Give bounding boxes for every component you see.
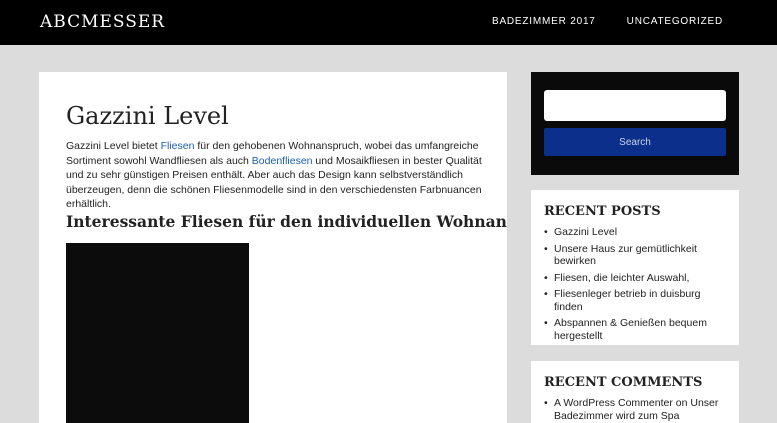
list-item: Fliesenleger betrieb in duisburg finden bbox=[544, 288, 732, 313]
list-item: A WordPress Commenter on Unser Badezimme… bbox=[544, 397, 732, 422]
recent-post-link[interactable]: Fliesen, die leichter Auswahl, bbox=[554, 272, 689, 284]
post-paragraph: Gazzini Level bietet Fliesen für den geh… bbox=[66, 139, 484, 212]
recent-post-link[interactable]: Abspannen & Genießen bequem hergestellt bbox=[554, 317, 707, 342]
search-button[interactable]: Search bbox=[544, 128, 726, 156]
site-header: ABCMESSER BADEZIMMER 2017 UNCATEGORIZED bbox=[0, 0, 777, 45]
recent-comments-widget: RECENT COMMENTS A WordPress Commenter on… bbox=[531, 361, 739, 423]
recent-posts-list: Gazzini Level Unsere Haus zur gemütlichk… bbox=[544, 226, 732, 346]
recent-post-link[interactable]: Unsere Haus zur gemütlichkeit bewirken bbox=[554, 243, 697, 268]
site-title-link[interactable]: ABCMESSER bbox=[40, 12, 165, 32]
recent-post-link[interactable]: Gazzini Level bbox=[554, 226, 617, 238]
recent-comments-list: A WordPress Commenter on Unser Badezimme… bbox=[544, 397, 732, 423]
list-item: Gazzini Level bbox=[544, 226, 732, 239]
list-item: Fliesen, die leichter Auswahl, bbox=[544, 272, 732, 285]
bodenfliesen-link[interactable]: Bodenfliesen bbox=[252, 155, 313, 167]
main-article: Gazzini Level Gazzini Level bietet Flies… bbox=[39, 72, 507, 423]
comment-author-link[interactable]: A WordPress Commenter bbox=[554, 397, 673, 409]
paragraph-text-intro: Gazzini Level bietet bbox=[66, 140, 161, 152]
search-widget: Search bbox=[531, 72, 739, 175]
primary-nav: BADEZIMMER 2017 UNCATEGORIZED bbox=[492, 16, 723, 27]
recent-comments-heading: RECENT COMMENTS bbox=[544, 375, 703, 390]
recent-post-link[interactable]: Fliesenleger betrieb in duisburg finden bbox=[554, 288, 701, 313]
search-input[interactable] bbox=[544, 90, 726, 121]
post-title: Gazzini Level bbox=[66, 102, 229, 130]
list-item: Abspannen & Genießen bequem hergestellt bbox=[544, 317, 732, 342]
recent-posts-widget: RECENT POSTS Gazzini Level Unsere Haus z… bbox=[531, 190, 739, 345]
comment-on-text: on bbox=[672, 397, 691, 409]
fliesen-link[interactable]: Fliesen bbox=[161, 140, 195, 152]
nav-item-badezimmer-2017[interactable]: BADEZIMMER 2017 bbox=[492, 16, 596, 27]
post-subheading: Interessante Fliesen für den individuell… bbox=[66, 212, 507, 231]
recent-posts-heading: RECENT POSTS bbox=[544, 204, 661, 219]
post-image bbox=[66, 243, 249, 423]
nav-item-uncategorized[interactable]: UNCATEGORIZED bbox=[627, 16, 723, 27]
list-item: Unsere Haus zur gemütlichkeit bewirken bbox=[544, 243, 732, 268]
